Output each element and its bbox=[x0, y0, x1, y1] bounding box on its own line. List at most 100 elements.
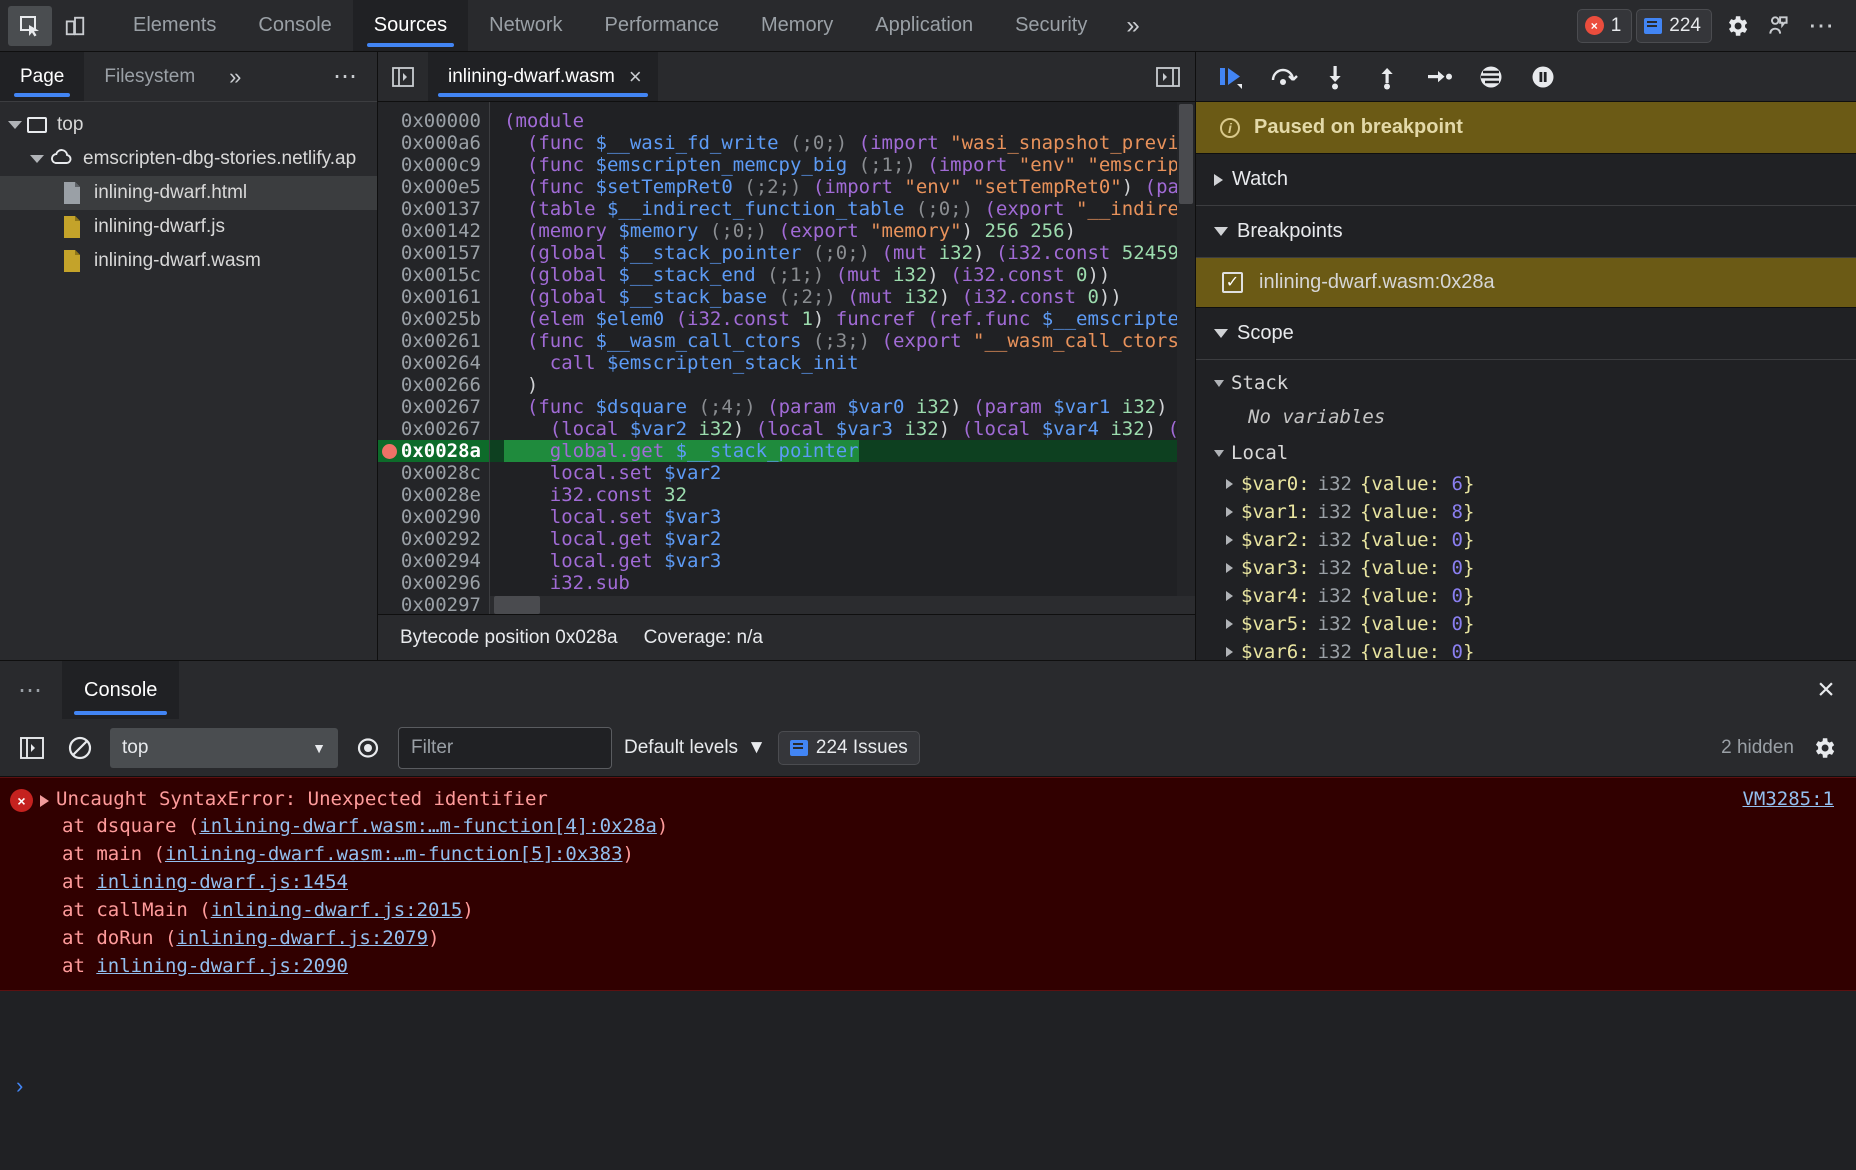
feedback-icon[interactable] bbox=[1762, 9, 1796, 43]
console-prompt[interactable]: › bbox=[0, 991, 1856, 1170]
drawer-tab-console[interactable]: Console bbox=[62, 661, 179, 719]
gutter-line[interactable]: 0x00142 bbox=[378, 220, 489, 242]
gutter-line[interactable]: 0x00137 bbox=[378, 198, 489, 220]
navigator-menu-icon[interactable]: ⋯ bbox=[315, 52, 377, 101]
source-vm-link[interactable]: VM3285:1 bbox=[1742, 788, 1834, 810]
scope-section-header[interactable]: Scope bbox=[1196, 308, 1856, 360]
tab-console[interactable]: Console bbox=[237, 0, 352, 51]
error-count-badge[interactable]: × 1 bbox=[1577, 9, 1633, 43]
scope-variable-row[interactable]: $var2:i32{value: 0} bbox=[1196, 526, 1856, 554]
editor-vertical-scrollbar[interactable] bbox=[1177, 102, 1195, 596]
gutter-line[interactable]: 0x00292 bbox=[378, 528, 489, 550]
clear-console-icon[interactable] bbox=[62, 730, 98, 766]
gutter-line[interactable]: 0x0025b bbox=[378, 308, 489, 330]
scope-variable-row[interactable]: $var4:i32{value: 0} bbox=[1196, 582, 1856, 610]
gutter-line-breakpoint[interactable]: 0x0028a bbox=[378, 440, 489, 462]
close-icon[interactable]: × bbox=[629, 68, 642, 86]
gutter-line[interactable]: 0x00261 bbox=[378, 330, 489, 352]
tree-item-inlining-dwarf-js[interactable]: inlining-dwarf.js bbox=[0, 210, 377, 244]
gutter-line[interactable]: 0x00267 bbox=[378, 396, 489, 418]
tree-item-inlining-dwarf-wasm[interactable]: inlining-dwarf.wasm bbox=[0, 244, 377, 278]
tab-elements[interactable]: Elements bbox=[112, 0, 237, 51]
step-out-icon[interactable] bbox=[1362, 54, 1412, 100]
scrollbar-thumb[interactable] bbox=[494, 596, 540, 614]
show-navigator-icon[interactable] bbox=[378, 52, 428, 101]
gutter-line[interactable]: 0x000e5 bbox=[378, 176, 489, 198]
deactivate-breakpoints-icon[interactable] bbox=[1466, 54, 1516, 100]
step-over-icon[interactable] bbox=[1258, 54, 1308, 100]
gutter-line[interactable]: 0x00294 bbox=[378, 550, 489, 572]
live-expression-icon[interactable] bbox=[350, 730, 386, 766]
gear-icon[interactable] bbox=[1806, 730, 1842, 766]
gutter-line[interactable]: 0x00157 bbox=[378, 242, 489, 264]
pause-on-exceptions-icon[interactable] bbox=[1518, 54, 1568, 100]
scope-group-local[interactable]: Local bbox=[1196, 436, 1856, 470]
gutter-line[interactable]: 0x00000 bbox=[378, 110, 489, 132]
inspect-element-icon[interactable] bbox=[8, 6, 52, 46]
tree-item-top[interactable]: top bbox=[0, 108, 377, 142]
gutter-line[interactable]: 0x00296 bbox=[378, 572, 489, 594]
stack-frame-link[interactable]: inlining-dwarf.js:1454 bbox=[96, 871, 348, 893]
tree-item-domain[interactable]: emscripten-dbg-stories.netlify.ap bbox=[0, 142, 377, 176]
gutter-line[interactable]: 0x000a6 bbox=[378, 132, 489, 154]
step-icon[interactable] bbox=[1414, 54, 1464, 100]
gutter-line[interactable]: 0x000c9 bbox=[378, 154, 489, 176]
gutter-line[interactable]: 0x00290 bbox=[378, 506, 489, 528]
execution-context-select[interactable]: top ▼ bbox=[110, 728, 338, 768]
stack-frame-link[interactable]: inlining-dwarf.wasm:…m-function[5]:0x383 bbox=[165, 843, 623, 865]
scope-group-stack[interactable]: Stack bbox=[1196, 366, 1856, 400]
gutter-line[interactable]: 0x00264 bbox=[378, 352, 489, 374]
breakpoints-section-header[interactable]: Breakpoints bbox=[1196, 206, 1856, 258]
expand-arrow-icon[interactable] bbox=[40, 795, 49, 807]
console-sidebar-icon[interactable] bbox=[14, 730, 50, 766]
tab-network[interactable]: Network bbox=[468, 0, 583, 51]
watch-section-header[interactable]: Watch bbox=[1196, 154, 1856, 206]
scope-variable-row[interactable]: $var1:i32{value: 8} bbox=[1196, 498, 1856, 526]
device-toolbar-icon[interactable] bbox=[52, 0, 98, 51]
tab-memory[interactable]: Memory bbox=[740, 0, 854, 51]
gutter-line[interactable]: 0x00297 bbox=[378, 594, 489, 614]
more-tabs-icon[interactable]: » bbox=[1108, 0, 1157, 51]
console-filter[interactable] bbox=[398, 727, 612, 769]
resume-icon[interactable] bbox=[1206, 54, 1256, 100]
issues-count-badge[interactable]: 224 bbox=[1636, 9, 1712, 43]
tab-security[interactable]: Security bbox=[994, 0, 1108, 51]
tab-sources[interactable]: Sources bbox=[353, 0, 468, 51]
scope-variable-row[interactable]: $var5:i32{value: 0} bbox=[1196, 610, 1856, 638]
show-debugger-icon[interactable] bbox=[1141, 52, 1195, 101]
tab-performance[interactable]: Performance bbox=[584, 0, 741, 51]
nav-tab-page[interactable]: Page bbox=[0, 52, 84, 101]
navigator-more-icon[interactable]: » bbox=[215, 52, 255, 101]
gutter-line[interactable]: 0x0015c bbox=[378, 264, 489, 286]
stack-frame-link[interactable]: inlining-dwarf.js:2090 bbox=[96, 955, 348, 977]
filter-input[interactable] bbox=[411, 737, 599, 759]
gutter-line[interactable]: 0x0028e bbox=[378, 484, 489, 506]
breakpoint-list-item[interactable]: ✓ inlining-dwarf.wasm:0x28a bbox=[1196, 258, 1856, 308]
drawer-menu-icon[interactable]: ⋯ bbox=[0, 661, 62, 719]
gutter-line[interactable]: 0x00266 bbox=[378, 374, 489, 396]
source-tab-inlining-dwarf-wasm[interactable]: inlining-dwarf.wasm × bbox=[428, 52, 658, 101]
checkbox-icon[interactable]: ✓ bbox=[1222, 272, 1243, 293]
gutter-line[interactable]: 0x00267 bbox=[378, 418, 489, 440]
scope-variable-row[interactable]: $var0:i32{value: 6} bbox=[1196, 470, 1856, 498]
stack-frame-link[interactable]: inlining-dwarf.wasm:…m-function[4]:0x28a bbox=[199, 815, 657, 837]
editor-horizontal-scrollbar[interactable] bbox=[490, 596, 1195, 614]
tree-item-inlining-dwarf-html[interactable]: inlining-dwarf.html bbox=[0, 176, 377, 210]
gutter-line[interactable]: 0x00161 bbox=[378, 286, 489, 308]
breakpoint-dot-icon[interactable] bbox=[382, 444, 397, 459]
stack-frame-link[interactable]: inlining-dwarf.js:2015 bbox=[211, 899, 463, 921]
scrollbar-thumb[interactable] bbox=[1179, 104, 1193, 204]
scope-variable-row[interactable]: $var3:i32{value: 0} bbox=[1196, 554, 1856, 582]
main-menu-icon[interactable]: ⋯ bbox=[1800, 18, 1844, 34]
console-error-message[interactable]: × Uncaught SyntaxError: Unexpected ident… bbox=[0, 777, 1856, 991]
stack-frame-link[interactable]: inlining-dwarf.js:2079 bbox=[176, 927, 428, 949]
close-icon[interactable]: × bbox=[1796, 661, 1856, 719]
console-issues-button[interactable]: 224 Issues bbox=[778, 731, 920, 765]
log-levels-select[interactable]: Default levels ▼ bbox=[624, 737, 766, 759]
step-into-icon[interactable] bbox=[1310, 54, 1360, 100]
scope-variable-row[interactable]: $var6:i32{value: 0} bbox=[1196, 638, 1856, 660]
code-editor[interactable]: 0x000000x000a60x000c90x000e50x001370x001… bbox=[378, 102, 1195, 614]
gutter-line[interactable]: 0x0028c bbox=[378, 462, 489, 484]
nav-tab-filesystem[interactable]: Filesystem bbox=[84, 52, 215, 101]
tab-application[interactable]: Application bbox=[854, 0, 994, 51]
